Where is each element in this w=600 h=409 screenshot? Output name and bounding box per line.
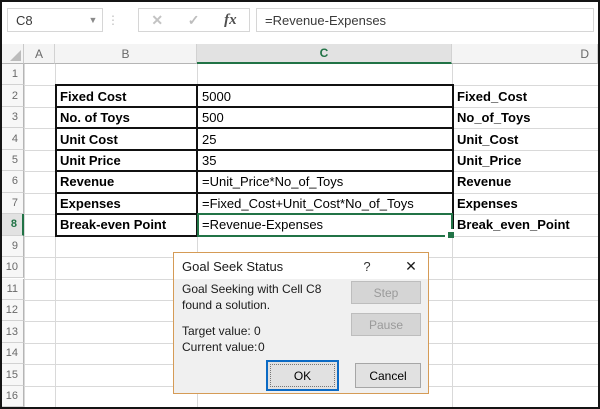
row-header-label: 5 — [12, 154, 18, 166]
cell-D2[interactable]: Fixed_Cost — [452, 85, 598, 106]
cell-C7[interactable]: =Fixed_Cost+Unit_Cost*No_of_Toys — [197, 193, 452, 214]
row-header-11[interactable]: 11 — [2, 279, 24, 300]
current-value: 0 — [258, 340, 265, 354]
cell-D8[interactable]: Break_even_Point — [452, 214, 598, 235]
row-header-2[interactable]: 2 — [2, 85, 24, 106]
row-header-13[interactable]: 13 — [2, 321, 24, 342]
dialog-title-bar[interactable]: Goal Seek Status ? ✕ — [174, 253, 428, 279]
dialog-title: Goal Seek Status — [174, 259, 352, 274]
pause-button[interactable]: Pause — [351, 313, 421, 336]
formula-text: =Revenue-Expenses — [257, 13, 386, 28]
confirm-entry-icon[interactable]: ✓ — [188, 12, 200, 29]
name-box-value: C8 — [8, 13, 84, 28]
cell-C5[interactable]: 35 — [197, 150, 452, 171]
formula-input[interactable]: =Revenue-Expenses — [256, 8, 594, 32]
cell-C6[interactable]: =Unit_Price*No_of_Toys — [197, 171, 452, 192]
dialog-help-button[interactable]: ? — [352, 254, 382, 278]
ok-button[interactable]: OK — [266, 360, 339, 391]
cell-B8[interactable]: Break-even Point — [55, 214, 197, 235]
row-header-10[interactable]: 10 — [2, 257, 24, 278]
row-header-label: 9 — [12, 240, 18, 252]
name-box-dropdown-icon[interactable]: ▼ — [84, 15, 102, 25]
gridline — [24, 236, 598, 237]
cell-D5[interactable]: Unit_Price — [452, 150, 598, 171]
cell-C4[interactable]: 25 — [197, 128, 452, 149]
cell-C3[interactable]: 500 — [197, 107, 452, 128]
select-all-button[interactable] — [2, 44, 24, 64]
cell-B4[interactable]: Unit Cost — [55, 128, 197, 149]
ok-button-label: OK — [270, 364, 335, 387]
column-header-D[interactable]: D — [452, 44, 598, 64]
row-header-label: 6 — [12, 175, 18, 187]
dialog-message-line1: Goal Seeking with Cell C8 — [182, 282, 321, 296]
excel-window: C8 ▼ ⋮ ✕ ✓ fx =Revenue-Expenses ABCD1234… — [0, 0, 600, 409]
insert-function-icon[interactable]: fx — [224, 12, 237, 29]
gridline — [24, 64, 25, 407]
cell-B6[interactable]: Revenue — [55, 171, 197, 192]
current-value-label: Current value: — [182, 340, 257, 354]
cell-B7[interactable]: Expenses — [55, 193, 197, 214]
row-header-label: 1 — [12, 68, 18, 80]
row-header-label: 7 — [12, 197, 18, 209]
cell-B5[interactable]: Unit Price — [55, 150, 197, 171]
step-button[interactable]: Step — [351, 281, 421, 304]
column-header-label: D — [580, 47, 589, 61]
column-header-label: A — [35, 47, 43, 61]
row-header-14[interactable]: 14 — [2, 343, 24, 364]
name-box[interactable]: C8 ▼ — [7, 8, 103, 32]
row-header-5[interactable]: 5 — [2, 150, 24, 171]
row-header-label: 4 — [12, 133, 18, 145]
column-header-C[interactable]: C — [197, 44, 452, 64]
cancel-button[interactable]: Cancel — [355, 363, 421, 388]
cell-D4[interactable]: Unit_Cost — [452, 128, 598, 149]
row-header-label: 13 — [6, 326, 18, 338]
row-header-label: 8 — [11, 218, 17, 230]
row-header-6[interactable]: 6 — [2, 171, 24, 192]
row-header-16[interactable]: 16 — [2, 386, 24, 407]
dialog-message-line2: found a solution. — [182, 298, 270, 312]
column-header-A[interactable]: A — [24, 44, 55, 64]
cell-D7[interactable]: Expenses — [452, 193, 598, 214]
goal-seek-status-dialog: Goal Seek Status ? ✕ Goal Seeking with C… — [173, 252, 429, 394]
row-header-label: 3 — [12, 111, 18, 123]
formula-bar-separator-icon: ⋮ — [104, 8, 122, 32]
row-header-3[interactable]: 3 — [2, 107, 24, 128]
row-header-4[interactable]: 4 — [2, 128, 24, 149]
cell-B2[interactable]: Fixed Cost — [55, 85, 197, 106]
cell-B3[interactable]: No. of Toys — [55, 107, 197, 128]
row-header-1[interactable]: 1 — [2, 64, 24, 85]
cell-C8[interactable]: =Revenue-Expenses — [197, 214, 452, 235]
column-header-label: C — [320, 46, 329, 60]
column-header-label: B — [121, 47, 129, 61]
row-header-label: 10 — [6, 261, 18, 273]
row-header-label: 14 — [6, 347, 18, 359]
column-header-B[interactable]: B — [55, 44, 197, 64]
dialog-close-icon[interactable]: ✕ — [396, 254, 426, 278]
row-header-label: 15 — [6, 369, 18, 381]
row-header-label: 12 — [6, 304, 18, 316]
cell-D3[interactable]: No_of_Toys — [452, 107, 598, 128]
row-header-label: 11 — [7, 283, 18, 295]
cancel-entry-icon[interactable]: ✕ — [151, 12, 163, 29]
formula-bar-buttons: ✕ ✓ fx — [138, 8, 250, 32]
row-header-15[interactable]: 15 — [2, 364, 24, 385]
row-header-label: 16 — [6, 390, 18, 402]
row-header-label: 2 — [12, 90, 18, 102]
cell-C2[interactable]: 5000 — [197, 85, 452, 106]
cell-D6[interactable]: Revenue — [452, 171, 598, 192]
row-header-9[interactable]: 9 — [2, 236, 24, 257]
row-header-12[interactable]: 12 — [2, 300, 24, 321]
row-header-8[interactable]: 8 — [2, 214, 24, 235]
select-all-triangle-icon — [10, 50, 21, 61]
row-header-7[interactable]: 7 — [2, 193, 24, 214]
target-value-label: Target value: — [182, 324, 251, 338]
target-value: 0 — [254, 324, 261, 338]
